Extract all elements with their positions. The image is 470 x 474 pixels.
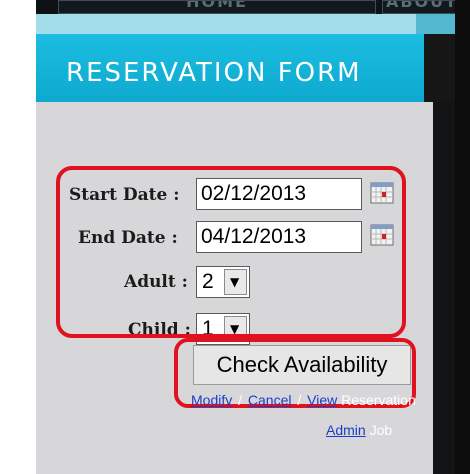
cancel-link[interactable]: Cancel: [248, 392, 292, 408]
admin-link[interactable]: Admin: [326, 422, 366, 438]
link-separator: /: [238, 392, 243, 408]
nav-tab-home[interactable]: HOME: [58, 0, 376, 14]
nav-tab-about[interactable]: ABOUT: [382, 0, 455, 14]
form-highlight-outline: [56, 166, 406, 338]
reservation-widget: RESERVATION FORM Start Date : 02/12/2013…: [36, 14, 455, 474]
banner-right-edge: [424, 34, 455, 102]
form-title: RESERVATION FORM: [66, 58, 362, 88]
top-navigation: HOME ABOUT: [36, 0, 455, 14]
nav-tab-about-label: ABOUT: [385, 0, 455, 11]
modify-link[interactable]: Modify: [191, 392, 232, 408]
view-link[interactable]: View: [307, 392, 337, 408]
reservation-text: Reservation: [341, 392, 416, 408]
job-text: Job: [369, 422, 393, 438]
widget-top-cap-highlight: [36, 14, 416, 34]
form-body: Start Date : 02/12/2013 End Date : 04/12…: [36, 102, 433, 474]
page-left-margin: [0, 0, 36, 474]
widget-top-cap: [36, 14, 455, 34]
link-separator: /: [297, 392, 302, 408]
panel-right-edge: [433, 102, 455, 474]
form-title-banner: RESERVATION FORM: [36, 34, 455, 102]
nav-tab-home-label: HOME: [186, 0, 248, 11]
reservation-links: Modify / Cancel / View Reservation: [191, 392, 421, 408]
page-right-margin: [455, 0, 470, 474]
admin-links: Admin Job: [326, 422, 392, 438]
